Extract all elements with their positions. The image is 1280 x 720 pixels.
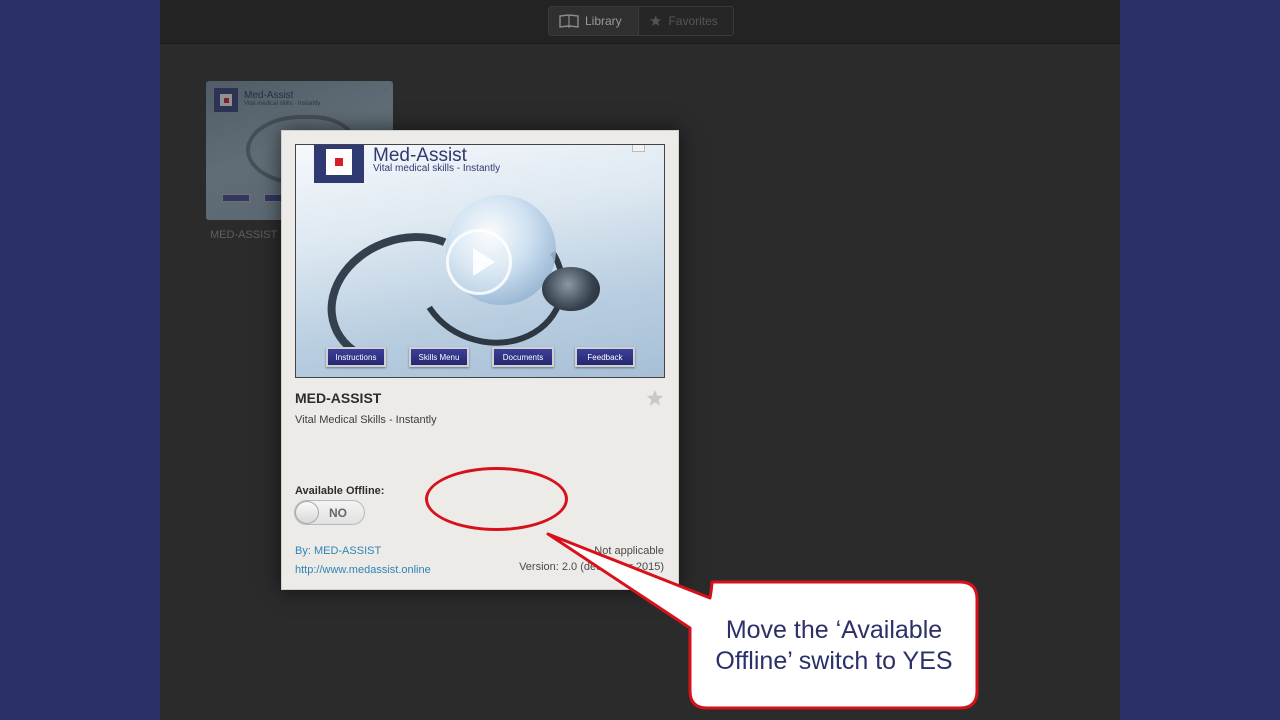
library-item-label[interactable]: MED-ASSIST: [210, 229, 277, 241]
website-link[interactable]: http://www.medassist.online: [295, 564, 431, 576]
highlight-ring: [425, 467, 568, 531]
tab-library[interactable]: Library: [549, 7, 639, 35]
star-icon: ★: [649, 13, 663, 30]
tab-library-label: Library: [585, 14, 622, 28]
play-video-icon[interactable]: [446, 229, 512, 295]
app-logo: [214, 88, 238, 112]
toggle-state-text: NO: [329, 506, 347, 520]
preview-subtitle: Vital medical skills - Instantly: [373, 163, 501, 174]
skills-menu-button[interactable]: Skills Menu: [409, 347, 469, 367]
callout-text: Move the ‘Available Offline’ switch to Y…: [715, 616, 953, 675]
thumbnail-subtitle: Vital medical skills · Instantly: [244, 101, 321, 107]
author-link[interactable]: By: MED-ASSIST: [295, 545, 381, 557]
book-icon: [559, 14, 579, 28]
toggle-knob[interactable]: [295, 501, 319, 524]
documents-button[interactable]: Documents: [492, 347, 554, 367]
top-toolbar: Library ★ Favorites: [160, 0, 1120, 44]
feedback-button[interactable]: Feedback: [575, 347, 635, 367]
app-preview: Med-Assist Vital medical skills - Instan…: [295, 144, 665, 378]
app-logo: [314, 145, 364, 183]
thumbnail-close-icon: ▫: [383, 85, 387, 96]
tab-favorites-label: Favorites: [668, 14, 718, 28]
thumbnail-button: [222, 194, 250, 202]
version-text: Version: 2.0 (december 2015): [519, 561, 664, 573]
stethoscope-chestpiece: [542, 267, 600, 311]
available-offline-toggle[interactable]: NO: [294, 500, 365, 525]
library-favorites-switcher: Library ★ Favorites: [548, 6, 734, 36]
tab-favorites[interactable]: ★ Favorites: [639, 7, 728, 35]
app-title: MED-ASSIST: [295, 390, 382, 406]
applicability-text: Not applicable: [594, 545, 664, 557]
favorite-star-icon[interactable]: ★: [646, 386, 664, 411]
app-tagline: Vital Medical Skills - Instantly: [295, 414, 437, 426]
instructions-button[interactable]: Instructions: [326, 347, 386, 367]
preview-close-icon[interactable]: [632, 145, 645, 152]
thumbnail-title: Med-Assist: [244, 90, 294, 101]
available-offline-label: Available Offline:: [295, 485, 385, 497]
